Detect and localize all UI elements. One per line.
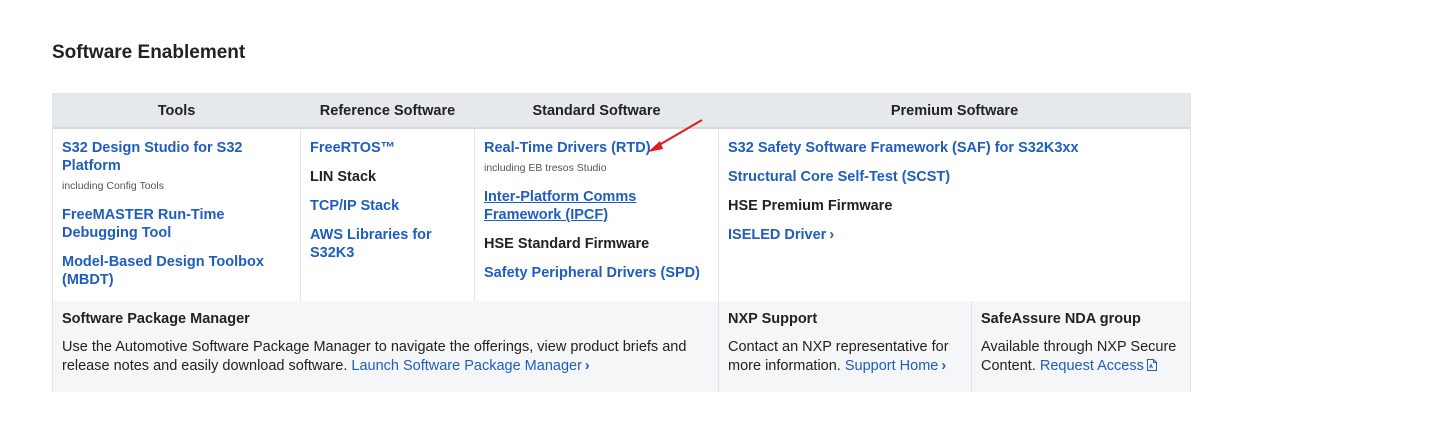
iseled-label: ISELED Driver [728, 227, 827, 243]
tool-item: FreeMASTER Run-Time Debugging Tool [62, 206, 292, 242]
support-text: Contact an NXP representative for more i… [728, 338, 962, 376]
hse-premium-label: HSE Premium Firmware [728, 198, 893, 214]
premium-column: S32 Safety Software Framework (SAF) for … [728, 130, 1188, 255]
support-home-label: Support Home [844, 358, 939, 374]
spm-title: Software Package Manager [62, 311, 250, 327]
pdf-icon [1146, 358, 1157, 377]
freemaster-link[interactable]: FreeMASTER Run-Time Debugging Tool [62, 207, 224, 241]
divider [474, 94, 475, 301]
header-tools: Tools [53, 94, 300, 129]
chevron-right-icon: › [584, 358, 590, 374]
reference-item: AWS Libraries for S32K3 [310, 226, 470, 262]
saf-link[interactable]: S32 Safety Software Framework (SAF) for … [728, 140, 1079, 156]
standard-subtitle: including EB tresos Studio [484, 162, 607, 174]
launch-spm-link[interactable]: Launch Software Package Manager › [351, 358, 589, 374]
spm-text: Use the Automotive Software Package Mana… [62, 338, 709, 376]
divider [300, 94, 301, 301]
request-access-link[interactable]: Request Access [1040, 358, 1157, 374]
hse-standard-label: HSE Standard Firmware [484, 236, 650, 252]
header-reference-software: Reference Software [301, 94, 474, 129]
tools-column: S32 Design Studio for S32 Platform inclu… [62, 130, 292, 300]
ipcf-link[interactable]: Inter-Platform Comms Framework (IPCF) [484, 189, 636, 223]
aws-libraries-link[interactable]: AWS Libraries for S32K3 [310, 227, 432, 261]
section-title: Software Enablement [52, 42, 246, 63]
software-package-manager-panel: Software Package Manager Use the Automot… [53, 301, 718, 392]
premium-item: S32 Safety Software Framework (SAF) for … [728, 139, 1188, 157]
request-access-label: Request Access [1039, 358, 1144, 374]
nxp-support-panel: NXP Support Contact an NXP representativ… [719, 301, 971, 392]
iseled-driver-link[interactable]: ISELED Driver › [728, 227, 834, 243]
chevron-right-icon: › [829, 227, 835, 243]
chevron-right-icon: › [941, 358, 947, 374]
scst-link[interactable]: Structural Core Self-Test (SCST) [728, 169, 950, 185]
tool-item: Model-Based Design Toolbox (MBDT) [62, 253, 292, 289]
premium-item: HSE Premium Firmware [728, 197, 1188, 215]
premium-item: ISELED Driver › [728, 226, 1188, 244]
tool-subtitle: including Config Tools [62, 180, 164, 192]
header-premium-software: Premium Software [719, 94, 1190, 129]
freertos-link[interactable]: FreeRTOS™ [310, 140, 395, 156]
standard-item: Safety Peripheral Drivers (SPD) [484, 264, 712, 282]
nda-text: Available through NXP Secure Content. Re… [981, 338, 1181, 377]
launch-spm-label: Launch Software Package Manager [351, 358, 582, 374]
support-title: NXP Support [728, 311, 818, 327]
mbdt-link[interactable]: Model-Based Design Toolbox (MBDT) [62, 254, 264, 288]
annotation-arrow-icon [648, 119, 703, 152]
lin-stack-label: LIN Stack [310, 169, 377, 185]
reference-item: FreeRTOS™ [310, 139, 470, 157]
software-enablement-table: Tools Reference Software Standard Softwa… [52, 93, 1191, 392]
tool-item: S32 Design Studio for S32 Platform inclu… [62, 139, 292, 195]
reference-item: LIN Stack [310, 168, 470, 186]
standard-item: Inter-Platform Comms Framework (IPCF) [484, 188, 712, 224]
tcpip-stack-link[interactable]: TCP/IP Stack [310, 198, 399, 214]
rtd-link[interactable]: Real-Time Drivers (RTD) [484, 140, 651, 156]
spd-link[interactable]: Safety Peripheral Drivers (SPD) [484, 265, 700, 281]
reference-item: TCP/IP Stack [310, 197, 470, 215]
reference-column: FreeRTOS™ LIN Stack TCP/IP Stack AWS Lib… [310, 130, 470, 273]
safeassure-nda-panel: SafeAssure NDA group Available through N… [972, 301, 1190, 392]
s32-design-studio-link[interactable]: S32 Design Studio for S32 Platform [62, 140, 243, 174]
premium-item: Structural Core Self-Test (SCST) [728, 168, 1188, 186]
standard-item: HSE Standard Firmware [484, 235, 712, 253]
nda-title: SafeAssure NDA group [981, 311, 1141, 327]
support-home-link[interactable]: Support Home › [845, 358, 946, 374]
